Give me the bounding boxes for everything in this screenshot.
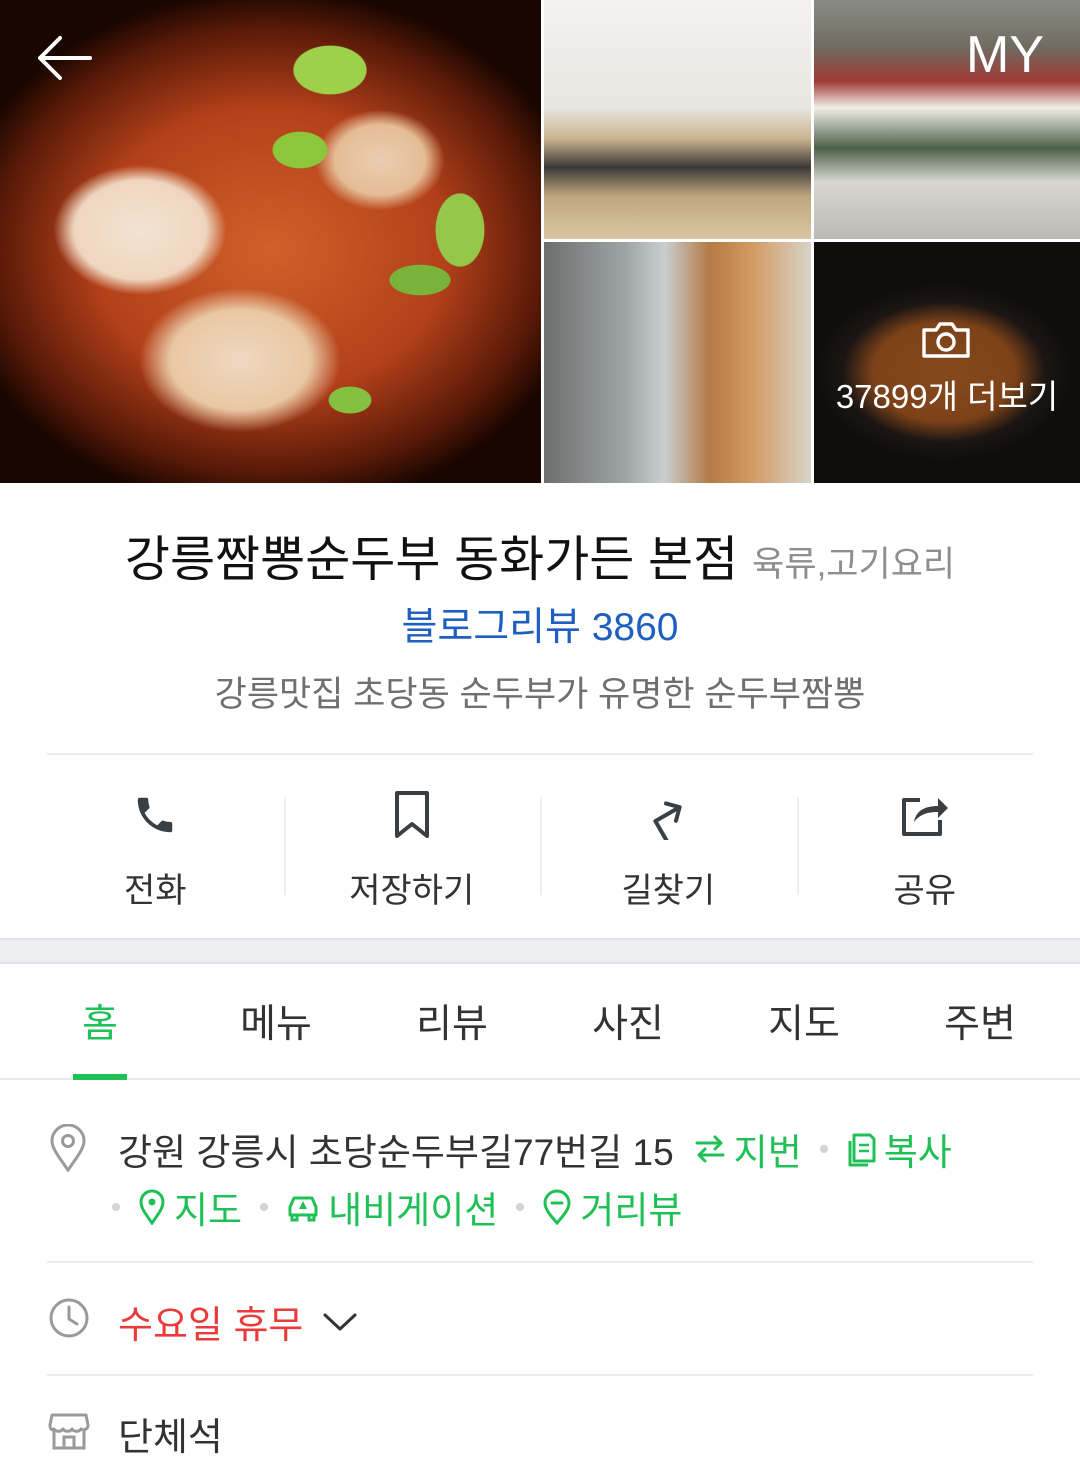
hours-status: 수요일 휴무 (118, 1305, 304, 1347)
divider (47, 1261, 1033, 1263)
copy-address-button[interactable]: 복사 (846, 1122, 952, 1176)
back-arrow-icon (38, 36, 92, 80)
my-button[interactable]: MY (958, 26, 1052, 84)
call-button[interactable]: 전화 (27, 775, 284, 915)
save-button[interactable]: 저장하기 (283, 775, 541, 915)
address-text: 강원 강릉시 초당순두부길77번길 15 (118, 1132, 674, 1173)
streetview-label: 거리뷰 (580, 1190, 683, 1231)
photo-interior-2[interactable] (544, 242, 811, 483)
share-icon (897, 787, 953, 843)
swap-icon (695, 1135, 725, 1163)
bookmark-icon (384, 787, 440, 843)
streetview-icon (543, 1189, 571, 1225)
map-link[interactable]: 지도 (138, 1180, 242, 1234)
jibun-label: 지번 (733, 1132, 802, 1173)
business-hours-toggle[interactable]: 수요일 휴무 (118, 1294, 357, 1349)
navigation-link[interactable]: 내비게이션 (286, 1180, 498, 1234)
navigation-label: 내비게이션 (328, 1190, 499, 1231)
tab-map[interactable]: 지도 (716, 964, 892, 1078)
phone-icon (127, 787, 183, 843)
address-line: 강원 강릉시 초당순두부길77번길 15 지번 복사 (118, 1122, 952, 1176)
jibun-toggle[interactable]: 지번 (694, 1122, 802, 1176)
tab-review[interactable]: 리뷰 (364, 964, 540, 1078)
facility-group-seating: 단체석 (118, 1417, 223, 1459)
share-button[interactable]: 공유 (796, 775, 1054, 915)
address-links: 지도 내비게이션 거리뷰 (112, 1180, 682, 1234)
place-title-row: 강릉짬뽕순두부 동화가든 본점 육류,고기요리 (0, 520, 1080, 587)
streetview-link[interactable]: 거리뷰 (542, 1180, 682, 1234)
separator-dot (260, 1203, 269, 1211)
directions-icon (640, 787, 696, 843)
share-label: 공유 (893, 872, 957, 910)
photo-more-label: 37899개 더보기 (835, 378, 1059, 415)
copy-icon (848, 1133, 876, 1167)
place-name: 강릉짬뽕순두부 동화가든 본점 (124, 533, 739, 587)
place-description: 강릉맛집 초당동 순두부가 유명한 순두부짬뽕 (214, 675, 866, 714)
tab-menu[interactable]: 메뉴 (188, 964, 364, 1078)
map-label: 지도 (174, 1190, 243, 1231)
camera-icon (922, 322, 970, 358)
copy-label: 복사 (883, 1132, 952, 1173)
tab-photo[interactable]: 사진 (540, 964, 716, 1078)
tab-home[interactable]: 홈 (12, 964, 188, 1078)
action-bar: 전화 저장하기 길찾기 공유 (27, 775, 1053, 915)
back-button[interactable] (30, 28, 98, 88)
separator-dot (516, 1203, 525, 1211)
save-label: 저장하기 (349, 872, 475, 910)
blog-review-link[interactable]: 블로그리뷰 3860 (0, 596, 1080, 652)
photo-more-tile[interactable]: 37899개 더보기 (814, 242, 1080, 483)
directions-button[interactable]: 길찾기 (540, 775, 797, 915)
store-icon (48, 1413, 90, 1450)
separator-dot (819, 1145, 828, 1153)
section-separator (0, 938, 1080, 964)
chevron-down-icon (323, 1313, 357, 1330)
directions-label: 길찾기 (621, 872, 716, 910)
car-icon (288, 1196, 318, 1222)
place-category: 육류,고기요리 (752, 545, 956, 584)
location-pin-icon (50, 1124, 86, 1172)
call-label: 전화 (123, 872, 187, 910)
photo-interior-1[interactable] (544, 0, 811, 239)
photo-gallery: 37899개 더보기 MY (0, 0, 1080, 483)
tab-nearby[interactable]: 주변 (892, 964, 1068, 1078)
clock-icon (49, 1298, 89, 1338)
separator-dot (112, 1203, 120, 1211)
tab-bar: 홈 메뉴 리뷰 사진 지도 주변 (0, 964, 1080, 1080)
map-pin-icon (139, 1189, 165, 1225)
divider (47, 753, 1033, 755)
divider (47, 1374, 1033, 1376)
photo-dim-overlay (814, 242, 1080, 483)
